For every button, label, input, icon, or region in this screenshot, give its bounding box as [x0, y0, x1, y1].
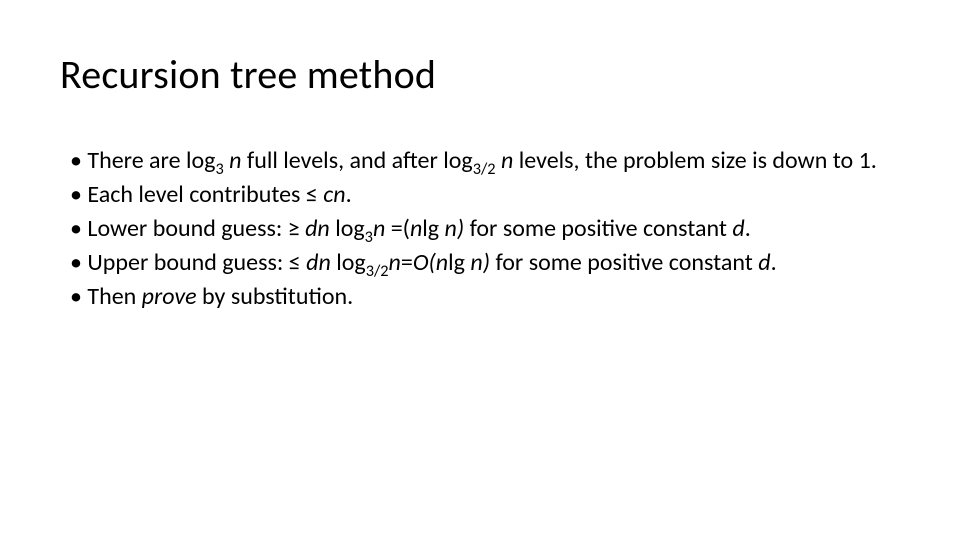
subscript: 3 [365, 227, 373, 247]
bullet-item: There are log3 n full levels, and after … [70, 145, 900, 177]
text-run: Upper bound guess: ≤ [87, 248, 306, 277]
text-run: Then [87, 282, 141, 311]
text-run: log [331, 248, 366, 277]
slide: Recursion tree method There are log3 n f… [0, 0, 960, 540]
text-run: There are log [87, 146, 215, 175]
text-run: Lower bound guess: ≥ [87, 214, 305, 243]
text-run: by substitution. [197, 282, 354, 311]
slide-title: Recursion tree method [60, 50, 900, 99]
text-run: =( [385, 214, 410, 243]
subscript: 3/2 [473, 159, 496, 179]
variable-d: d [732, 214, 744, 243]
variable-cn: cn [323, 180, 345, 209]
emphasis-prove: prove [142, 282, 197, 311]
variable-n: n [229, 146, 241, 175]
text-run: lg [448, 248, 470, 277]
bullet-item: Each level contributes ≤ cn. [70, 179, 900, 211]
text-run: full levels, and after log [242, 146, 473, 175]
bullet-list: There are log3 n full levels, and after … [60, 145, 900, 313]
text-run: = [401, 248, 413, 277]
text-run: for some positive constant [490, 248, 758, 277]
text-run: . [745, 214, 751, 243]
text-run: log [330, 214, 365, 243]
variable-n: n [501, 146, 513, 175]
text-run: levels, the problem size is down to 1. [513, 146, 877, 175]
text-run: Each level contributes ≤ [87, 180, 323, 209]
variable-dn: dn [306, 248, 331, 277]
variable-dn: dn [305, 214, 330, 243]
bullet-item: Then prove by substitution. [70, 281, 900, 313]
big-o: O(n [413, 248, 448, 277]
text-run: . [771, 248, 777, 277]
variable-n: n [389, 248, 401, 277]
bullet-item: Upper bound guess: ≤ dn log3/2n=O(nlg n)… [70, 247, 900, 279]
variable-d: d [758, 248, 770, 277]
variable-n: n) [445, 214, 465, 243]
text-run: for some positive constant [464, 214, 732, 243]
variable-n: n [373, 214, 385, 243]
bullet-item: Lower bound guess: ≥ dn log3n =(nlg n) f… [70, 213, 900, 245]
variable-n: n) [470, 248, 490, 277]
text-run: lg [422, 214, 444, 243]
subscript: 3/2 [366, 261, 389, 281]
subscript: 3 [215, 159, 223, 179]
variable-n: n [410, 214, 422, 243]
text-run: . [346, 180, 352, 209]
